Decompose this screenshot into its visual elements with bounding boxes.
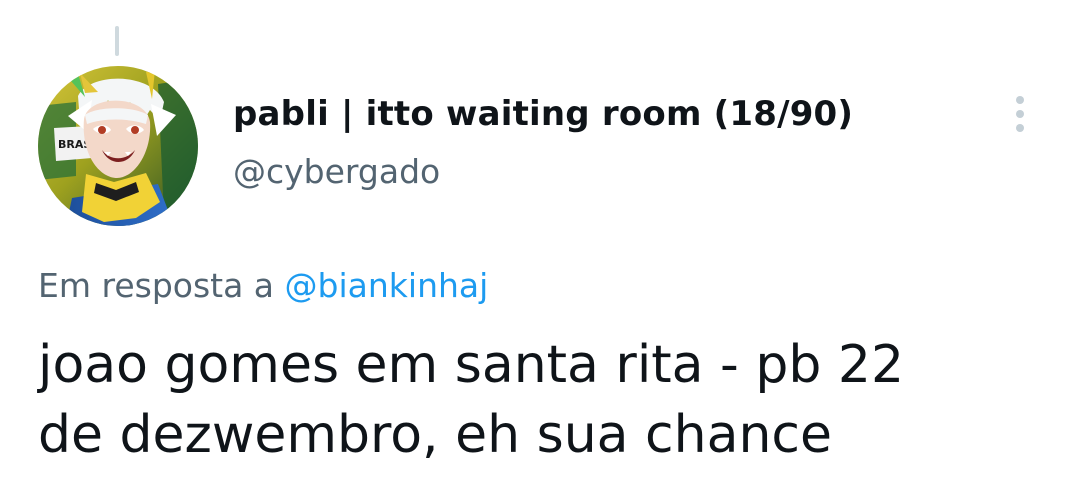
author-handle[interactable]: @cybergado: [233, 152, 853, 192]
more-vertical-icon: [1016, 110, 1024, 118]
tweet-header: pabli | itto waiting room (18/90) @cyber…: [233, 94, 853, 192]
avatar[interactable]: BRASIL: [38, 66, 198, 226]
reply-mention-link[interactable]: @biankinhaj: [285, 266, 489, 305]
avatar-image: BRASIL: [38, 66, 198, 226]
more-vertical-icon: [1016, 124, 1024, 132]
tweet-text: joao gomes em santa rita - pb 22 de dezw…: [38, 330, 1048, 470]
thread-connector-line: [115, 26, 119, 56]
tweet-text-line-1: joao gomes em santa rita - pb 22: [38, 335, 905, 395]
more-options-button[interactable]: [1003, 88, 1037, 140]
reply-prefix: Em resposta a: [38, 266, 275, 305]
reply-context: Em resposta a @biankinhaj: [38, 264, 488, 308]
tweet-text-line-2: de dezwembro, eh sua chance: [38, 405, 832, 465]
author-display-name[interactable]: pabli | itto waiting room (18/90): [233, 94, 853, 134]
more-vertical-icon: [1016, 96, 1024, 104]
